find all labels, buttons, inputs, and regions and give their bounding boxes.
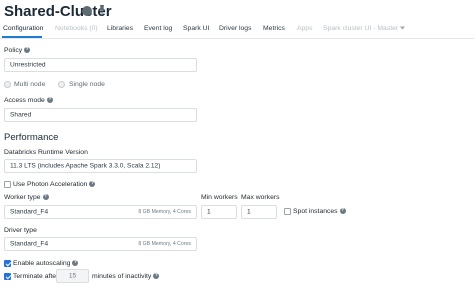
driver-type-label: Driver type [4, 227, 37, 234]
max-workers-input[interactable]: 1 [241, 205, 277, 219]
active-tab-indicator [2, 36, 42, 38]
spot-instances-checkbox[interactable] [284, 208, 291, 215]
worker-type-label-text: Worker type [4, 194, 41, 201]
runtime-label: Databricks Runtime Version [4, 149, 88, 156]
max-workers-label: Max workers [241, 194, 280, 201]
policy-label: Policy? [4, 47, 31, 54]
tab-notebooks[interactable]: Notebooks (0) [55, 25, 98, 32]
help-icon[interactable]: ? [24, 47, 31, 54]
help-icon[interactable]: ? [46, 97, 53, 104]
help-icon[interactable]: ? [89, 181, 96, 188]
single-node-radio[interactable] [58, 81, 65, 88]
terminate-minutes-input[interactable]: 15 [56, 269, 89, 283]
pin-icon[interactable] [97, 4, 107, 16]
help-icon[interactable]: ? [72, 260, 79, 267]
runtime-value: 11.3 LTS (includes Apache Spark 3.3.0, S… [10, 162, 161, 170]
autoscaling-label-text: Enable autoscaling [13, 260, 71, 267]
worker-type-label: Worker type? [4, 194, 49, 201]
driver-type-value: Standard_F4 [10, 240, 49, 248]
photon-label: Use Photon Acceleration? [13, 181, 96, 188]
tab-spark-ui[interactable]: Spark UI [183, 25, 209, 32]
access-mode-select[interactable]: Shared [4, 108, 197, 122]
tab-apps[interactable]: Apps [297, 25, 313, 32]
worker-type-value: Standard_F4 [10, 208, 49, 216]
access-mode-value: Shared [10, 111, 32, 119]
worker-type-select[interactable]: Standard_F4 8 GB Memory, 4 Cores [4, 205, 197, 219]
tab-spark-cluster-ui-label: Spark cluster UI - Master [323, 25, 399, 32]
page-title: Shared-Cluster [4, 3, 112, 20]
autoscaling-label: Enable autoscaling? [13, 260, 79, 267]
terminate-minutes-value: 15 [68, 272, 77, 280]
tab-libraries[interactable]: Libraries [107, 25, 133, 32]
terminate-checkbox[interactable] [4, 273, 11, 280]
terminate-suffix-text: minutes of inactivity [92, 273, 152, 280]
tab-configuration[interactable]: Configuration [3, 25, 43, 32]
tab-metrics[interactable]: Metrics [263, 25, 285, 32]
policy-label-text: Policy [4, 47, 23, 54]
spot-instances-label-text: Spot instances [293, 208, 338, 215]
driver-type-select[interactable]: Standard_F4 8 GB Memory, 4 Cores [4, 237, 197, 251]
multi-node-radio[interactable] [4, 81, 11, 88]
min-workers-label: Min workers [201, 194, 238, 201]
min-workers-input[interactable]: 1 [201, 205, 237, 219]
chevron-down-icon [400, 26, 406, 30]
performance-heading: Performance [4, 132, 59, 143]
terminate-suffix: minutes of inactivity? [92, 273, 160, 280]
single-node-label: Single node [69, 81, 105, 88]
spot-instances-label: Spot instances? [293, 208, 346, 215]
access-mode-label: Access mode? [4, 97, 53, 104]
tab-spark-cluster-ui[interactable]: Spark cluster UI - Master [323, 25, 406, 32]
max-workers-value: 1 [247, 208, 251, 216]
policy-value: Unrestricted [10, 61, 46, 69]
autoscaling-checkbox[interactable] [4, 260, 11, 267]
help-icon[interactable]: ? [42, 194, 49, 201]
min-workers-value: 1 [207, 208, 211, 216]
worker-type-spec: 8 GB Memory, 4 Cores [138, 209, 191, 215]
help-icon[interactable]: ? [153, 273, 160, 280]
tab-event-log[interactable]: Event log [144, 25, 172, 32]
help-icon[interactable]: ? [339, 208, 346, 215]
access-mode-label-text: Access mode [4, 97, 45, 104]
cluster-status-icon [82, 6, 92, 16]
policy-select[interactable]: Unrestricted [4, 58, 197, 72]
tab-driver-logs[interactable]: Driver logs [219, 25, 251, 32]
runtime-select[interactable]: 11.3 LTS (includes Apache Spark 3.3.0, S… [4, 159, 197, 173]
multi-node-label: Multi node [14, 81, 46, 88]
terminate-prefix: Terminate after [13, 273, 59, 280]
photon-checkbox[interactable] [4, 181, 11, 188]
driver-type-spec: 8 GB Memory, 4 Cores [138, 241, 191, 247]
photon-label-text: Use Photon Acceleration [13, 181, 88, 188]
tab-bar: Configuration Notebooks (0) Libraries Ev… [0, 22, 474, 39]
